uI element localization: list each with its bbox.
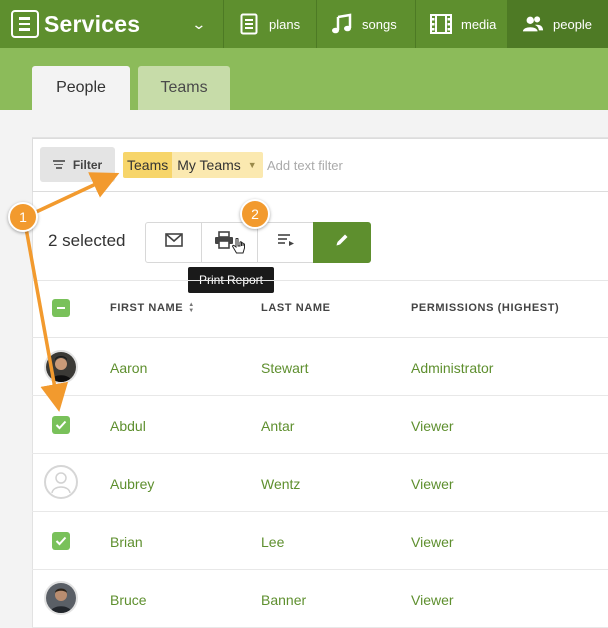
filter-button-label: Filter <box>72 157 103 172</box>
sort-arrows-icon: ▲ ▼ <box>188 302 195 315</box>
list-sort-icon <box>277 233 295 252</box>
last-name-cell[interactable]: Antar <box>261 418 294 434</box>
permission-cell: Administrator <box>411 360 494 376</box>
chip-value[interactable]: My Teams ▼ <box>172 152 263 178</box>
nav-label-people: people <box>553 16 593 32</box>
chevron-down-icon: ⌄ <box>191 15 207 32</box>
annotation-badge-2: 2 <box>240 199 270 229</box>
text-filter-input[interactable] <box>263 152 463 178</box>
people-icon <box>522 12 544 36</box>
column-label-first-name: FIRST NAME <box>110 302 184 314</box>
chip-key: Teams <box>123 152 173 178</box>
envelope-icon <box>164 233 183 252</box>
first-name-cell[interactable]: Aaron <box>110 360 147 376</box>
annotation-badge-1: 1 <box>8 202 38 232</box>
nav-item-media[interactable]: media <box>416 0 508 48</box>
tab-people[interactable]: People <box>32 66 130 110</box>
avatar-photo <box>44 350 78 384</box>
services-logo-icon <box>11 10 39 38</box>
app-title: Services <box>44 10 141 37</box>
column-header-first-name[interactable]: FIRST NAME ▲ ▼ <box>110 302 195 314</box>
filter-button[interactable]: Filter <box>40 147 115 182</box>
edit-button[interactable] <box>313 222 371 263</box>
team-filter-chip[interactable]: Teams My Teams ▼ <box>123 152 263 178</box>
nav-label-media: media <box>461 16 497 32</box>
chip-value-label: My Teams <box>177 157 241 173</box>
plans-icon <box>238 12 260 36</box>
film-icon <box>430 12 452 36</box>
permission-cell: Viewer <box>411 418 454 434</box>
first-name-cell[interactable]: Bruce <box>110 592 147 608</box>
nav-label-songs: songs <box>362 16 397 32</box>
avatar-photo <box>44 581 78 615</box>
first-name-cell[interactable]: Aubrey <box>110 476 154 492</box>
nav-item-plans[interactable]: plans <box>224 0 317 48</box>
selected-count: 2 selected <box>48 231 126 250</box>
nav-item-people[interactable]: people <box>508 0 608 48</box>
first-name-cell[interactable]: Abdul <box>110 418 146 434</box>
printer-icon <box>214 231 234 254</box>
filter-icon <box>52 160 65 169</box>
hand-cursor-icon <box>231 237 246 260</box>
first-name-cell[interactable]: Brian <box>110 534 143 550</box>
music-note-icon <box>331 12 353 36</box>
pencil-icon <box>334 232 350 253</box>
top-nav: Services ⌄ plans songs media people <box>0 0 608 48</box>
app-switcher[interactable]: Services ⌄ <box>0 0 224 48</box>
row-checkbox[interactable] <box>52 416 70 434</box>
permission-cell: Viewer <box>411 592 454 608</box>
row-checkbox[interactable] <box>52 532 70 550</box>
column-header-permissions[interactable]: PERMISSIONS (HIGHEST) <box>411 302 559 314</box>
sort-button[interactable] <box>257 222 314 263</box>
email-button[interactable] <box>145 222 202 263</box>
checkmark-icon <box>55 420 67 430</box>
tab-teams[interactable]: Teams <box>138 66 230 110</box>
chevron-down-icon: ▼ <box>247 160 257 170</box>
checkmark-icon <box>55 536 67 546</box>
last-name-cell[interactable]: Wentz <box>261 476 300 492</box>
last-name-cell[interactable]: Lee <box>261 534 284 550</box>
last-name-cell[interactable]: Stewart <box>261 360 308 376</box>
select-all-checkbox[interactable] <box>52 299 70 317</box>
permission-cell: Viewer <box>411 534 454 550</box>
nav-item-songs[interactable]: songs <box>317 0 416 48</box>
avatar-placeholder-icon <box>44 465 78 499</box>
permission-cell: Viewer <box>411 476 454 492</box>
nav-label-plans: plans <box>269 16 301 32</box>
last-name-cell[interactable]: Banner <box>261 592 306 608</box>
column-header-last-name[interactable]: LAST NAME <box>261 302 331 314</box>
